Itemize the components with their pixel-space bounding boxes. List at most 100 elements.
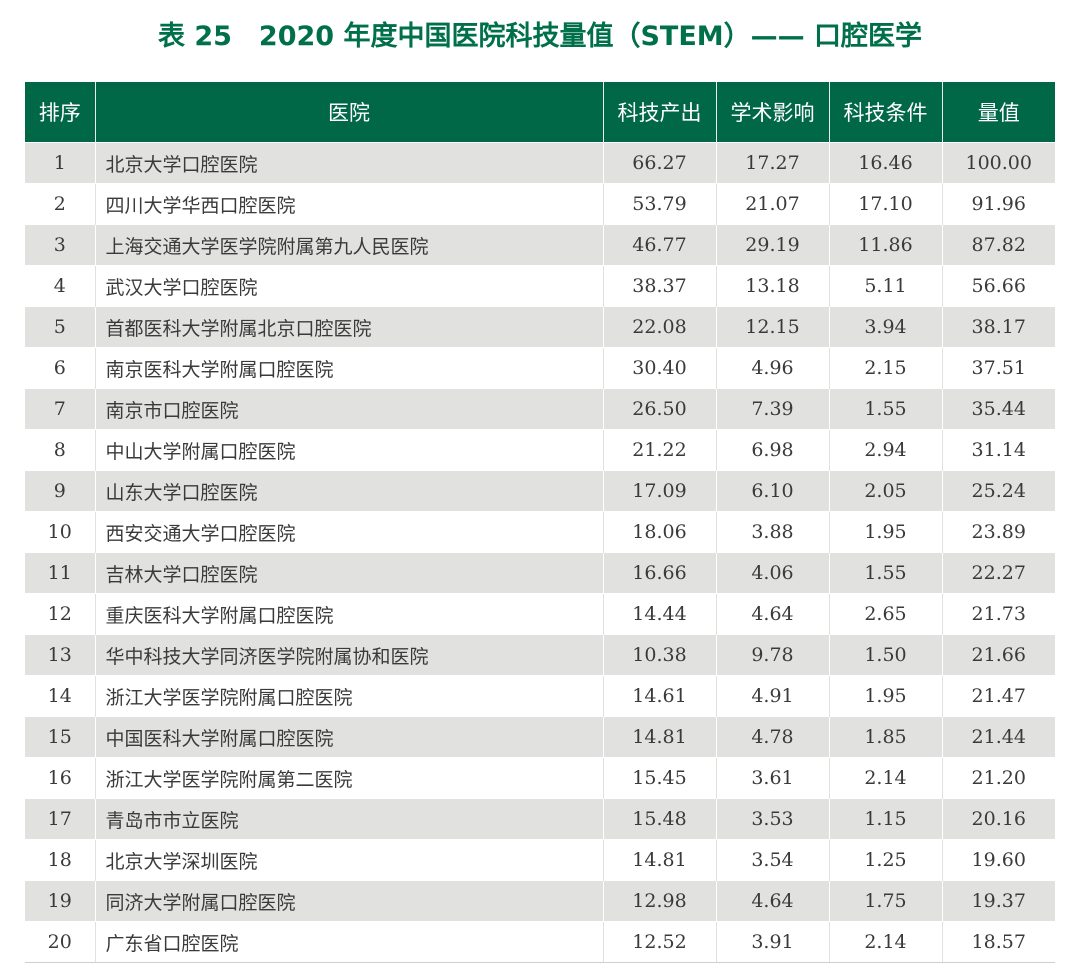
cell-rank: 20 (25, 921, 96, 963)
table-row: 18 北京大学深圳医院 14.81 3.54 1.25 19.60 (25, 839, 1055, 881)
cell-output: 26.50 (603, 388, 717, 430)
table-row: 14 浙江大学医学院附属口腔医院 14.61 4.91 1.95 21.47 (25, 675, 1055, 717)
cell-output: 21.22 (603, 429, 717, 471)
cell-conditions: 16.46 (829, 142, 943, 184)
cell-conditions: 5.11 (829, 265, 943, 307)
cell-value: 56.66 (942, 265, 1055, 307)
header-value: 量值 (942, 82, 1055, 143)
table-body: 1 北京大学口腔医院 66.27 17.27 16.46 100.00 2 四川大学华西口腔医… (25, 142, 1055, 963)
cell-rank: 12 (25, 593, 96, 635)
cell-value: 37.51 (942, 347, 1055, 389)
table-row: 13 华中科技大学同济医学院附属协和医院 10.38 9.78 1.50 21.66 (25, 634, 1055, 676)
cell-conditions: 17.10 (829, 183, 943, 225)
cell-rank: 3 (25, 224, 96, 266)
cell-rank: 9 (25, 470, 96, 512)
cell-hospital: 四川大学华西口腔医院 (95, 183, 604, 225)
cell-rank: 13 (25, 634, 96, 676)
cell-impact: 4.64 (716, 593, 830, 635)
cell-output: 18.06 (603, 511, 717, 553)
cell-conditions: 2.65 (829, 593, 943, 635)
cell-conditions: 1.55 (829, 388, 943, 430)
cell-rank: 17 (25, 798, 96, 840)
cell-impact: 17.27 (716, 142, 830, 184)
table-row: 7 南京市口腔医院 26.50 7.39 1.55 35.44 (25, 388, 1055, 430)
cell-value: 38.17 (942, 306, 1055, 348)
cell-hospital: 武汉大学口腔医院 (95, 265, 604, 307)
cell-value: 19.37 (942, 880, 1055, 922)
cell-hospital: 浙江大学医学院附属口腔医院 (95, 675, 604, 717)
cell-rank: 7 (25, 388, 96, 430)
cell-hospital: 中山大学附属口腔医院 (95, 429, 604, 471)
cell-rank: 18 (25, 839, 96, 881)
cell-impact: 4.64 (716, 880, 830, 922)
cell-output: 53.79 (603, 183, 717, 225)
cell-hospital: 华中科技大学同济医学院附属协和医院 (95, 634, 604, 676)
cell-hospital: 同济大学附属口腔医院 (95, 880, 604, 922)
cell-value: 23.89 (942, 511, 1055, 553)
cell-hospital: 重庆医科大学附属口腔医院 (95, 593, 604, 635)
cell-value: 20.16 (942, 798, 1055, 840)
cell-conditions: 2.14 (829, 757, 943, 799)
table-row: 12 重庆医科大学附属口腔医院 14.44 4.64 2.65 21.73 (25, 593, 1055, 635)
cell-conditions: 1.75 (829, 880, 943, 922)
cell-conditions: 1.95 (829, 675, 943, 717)
header-conditions: 科技条件 (829, 82, 943, 143)
cell-hospital: 吉林大学口腔医院 (95, 552, 604, 594)
table-row: 16 浙江大学医学院附属第二医院 15.45 3.61 2.14 21.20 (25, 757, 1055, 799)
cell-conditions: 1.85 (829, 716, 943, 758)
stem-ranking-table: 排序 医院 科技产出 学术影响 科技条件 量值 1 北京大学口腔医院 66.27 17… (25, 82, 1055, 963)
cell-rank: 15 (25, 716, 96, 758)
cell-value: 87.82 (942, 224, 1055, 266)
cell-hospital: 中国医科大学附属口腔医院 (95, 716, 604, 758)
cell-output: 46.77 (603, 224, 717, 266)
cell-impact: 3.53 (716, 798, 830, 840)
cell-rank: 5 (25, 306, 96, 348)
cell-value: 35.44 (942, 388, 1055, 430)
cell-rank: 2 (25, 183, 96, 225)
table-row: 5 首都医科大学附属北京口腔医院 22.08 12.15 3.94 38.17 (25, 306, 1055, 348)
cell-rank: 11 (25, 552, 96, 594)
cell-rank: 1 (25, 142, 96, 184)
cell-value: 22.27 (942, 552, 1055, 594)
cell-conditions: 1.15 (829, 798, 943, 840)
table-row: 11 吉林大学口腔医院 16.66 4.06 1.55 22.27 (25, 552, 1055, 594)
header-hospital: 医院 (95, 82, 604, 143)
cell-value: 25.24 (942, 470, 1055, 512)
cell-output: 12.52 (603, 921, 717, 963)
table-row: 17 青岛市市立医院 15.48 3.53 1.15 20.16 (25, 798, 1055, 840)
cell-hospital: 首都医科大学附属北京口腔医院 (95, 306, 604, 348)
cell-value: 21.20 (942, 757, 1055, 799)
table-row: 4 武汉大学口腔医院 38.37 13.18 5.11 56.66 (25, 265, 1055, 307)
cell-output: 66.27 (603, 142, 717, 184)
header-impact: 学术影响 (716, 82, 830, 143)
cell-output: 38.37 (603, 265, 717, 307)
table-row: 15 中国医科大学附属口腔医院 14.81 4.78 1.85 21.44 (25, 716, 1055, 758)
cell-output: 15.45 (603, 757, 717, 799)
cell-conditions: 2.15 (829, 347, 943, 389)
cell-hospital: 南京医科大学附属口腔医院 (95, 347, 604, 389)
cell-value: 21.47 (942, 675, 1055, 717)
cell-value: 21.66 (942, 634, 1055, 676)
cell-rank: 6 (25, 347, 96, 389)
header-row: 排序 医院 科技产出 学术影响 科技条件 量值 (25, 82, 1055, 143)
cell-impact: 4.78 (716, 716, 830, 758)
table-title: 表 25 2020 年度中国医院科技量值（STEM）—— 口腔医学 (157, 21, 923, 52)
cell-impact: 3.88 (716, 511, 830, 553)
cell-impact: 4.91 (716, 675, 830, 717)
cell-impact: 3.61 (716, 757, 830, 799)
cell-output: 30.40 (603, 347, 717, 389)
cell-rank: 10 (25, 511, 96, 553)
cell-hospital: 北京大学口腔医院 (95, 142, 604, 184)
cell-impact: 12.15 (716, 306, 830, 348)
cell-output: 14.81 (603, 716, 717, 758)
cell-output: 16.66 (603, 552, 717, 594)
cell-impact: 6.98 (716, 429, 830, 471)
cell-rank: 14 (25, 675, 96, 717)
table-row: 8 中山大学附属口腔医院 21.22 6.98 2.94 31.14 (25, 429, 1055, 471)
cell-hospital: 上海交通大学医学院附属第九人民医院 (95, 224, 604, 266)
cell-conditions: 1.95 (829, 511, 943, 553)
table-row: 6 南京医科大学附属口腔医院 30.40 4.96 2.15 37.51 (25, 347, 1055, 389)
cell-impact: 21.07 (716, 183, 830, 225)
cell-rank: 4 (25, 265, 96, 307)
cell-output: 14.81 (603, 839, 717, 881)
